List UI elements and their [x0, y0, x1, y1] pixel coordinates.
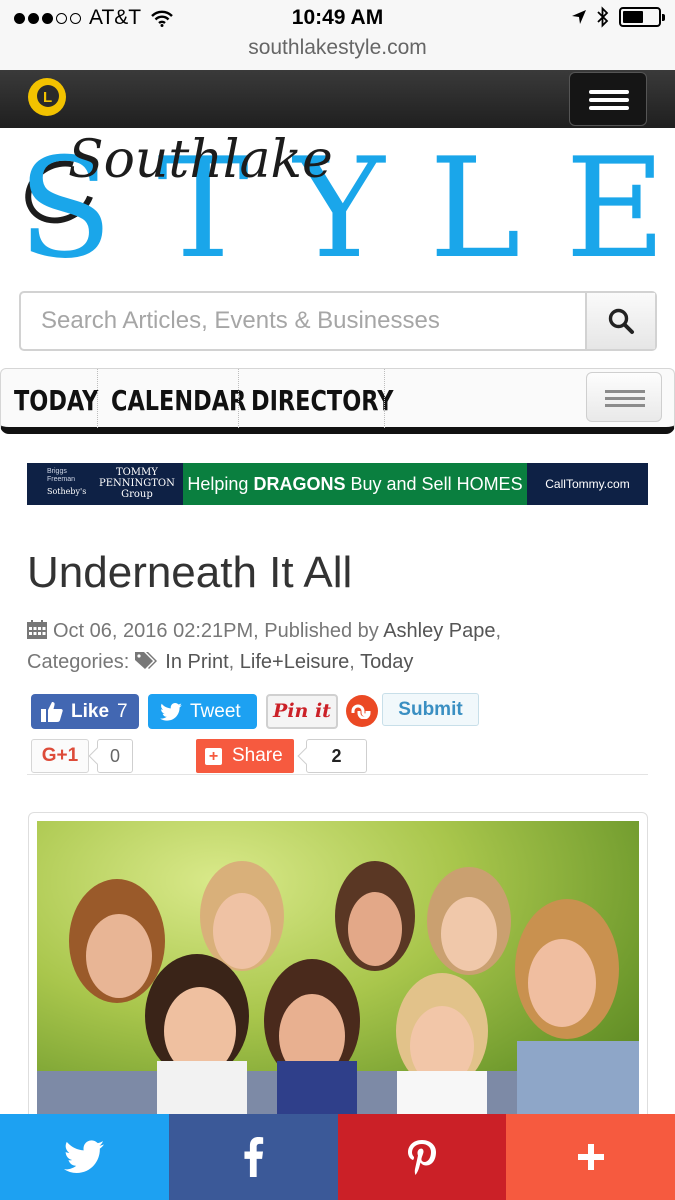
- bluetooth-icon: [597, 6, 609, 28]
- tab-today[interactable]: TODAY: [14, 369, 98, 428]
- ad-agent-line: PENNINGTON: [99, 478, 175, 489]
- site-logo-icon[interactable]: L: [28, 78, 66, 116]
- article-photo[interactable]: [37, 821, 639, 1121]
- address-bar-url[interactable]: southlakestyle.com: [0, 36, 675, 60]
- section-nav: TODAY CALENDAR DIRECTORY: [0, 368, 675, 434]
- categories-label: Categories:: [27, 651, 130, 673]
- twitter-bird-icon: [64, 1140, 105, 1173]
- like-label: Like: [71, 700, 110, 722]
- google-plus-button[interactable]: G+1: [31, 739, 89, 773]
- ad-brand-line: Briggs: [47, 468, 67, 475]
- group-portrait-image: [37, 861, 639, 1121]
- ad-brand-line: Freeman: [47, 476, 76, 483]
- banner-ad[interactable]: Briggs Freeman Sotheby's TOMMY PENNINGTO…: [27, 463, 648, 505]
- category-link-life-leisure[interactable]: Life+Leisure: [240, 651, 350, 673]
- status-icons: [571, 6, 665, 28]
- tweet-label: Tweet: [190, 700, 241, 722]
- search-icon: [608, 308, 634, 334]
- sticky-more-button[interactable]: [506, 1114, 675, 1200]
- tweet-button[interactable]: Tweet: [148, 694, 257, 729]
- share-label: Share: [232, 745, 283, 766]
- sticky-twitter-button[interactable]: [0, 1114, 169, 1200]
- author-link[interactable]: Ashley Pape: [383, 620, 495, 642]
- ad-website: CallTommy.com: [527, 463, 648, 505]
- submit-button[interactable]: Submit: [382, 693, 479, 726]
- calendar-icon: [27, 620, 47, 639]
- main-menu-button[interactable]: [569, 72, 647, 126]
- twitter-bird-icon: [160, 702, 182, 721]
- pinterest-p-icon: [407, 1140, 436, 1175]
- stumbleupon-icon[interactable]: [346, 695, 378, 727]
- tab-divider: [238, 369, 239, 428]
- ad-brand-block: Briggs Freeman Sotheby's TOMMY PENNINGTO…: [27, 463, 183, 505]
- site-header: L: [0, 70, 675, 128]
- gplus-count: 0: [97, 739, 133, 773]
- battery-icon: [619, 7, 665, 27]
- tab-divider: [384, 369, 385, 428]
- masthead-script-word: Southlake: [68, 130, 333, 190]
- masthead-logo[interactable]: S T Y L E Southlake: [0, 128, 675, 278]
- search-input[interactable]: Search Articles, Events & Businesses: [21, 293, 585, 349]
- tab-divider: [97, 369, 98, 428]
- share-count: 2: [306, 739, 367, 773]
- search-bar: Search Articles, Events & Businesses: [19, 291, 657, 351]
- sticky-share-bar: [0, 1114, 675, 1200]
- tab-directory[interactable]: DIRECTORY: [251, 369, 393, 428]
- category-link-in-print[interactable]: In Print: [165, 651, 228, 673]
- pin-it-button[interactable]: Pin it: [266, 694, 338, 729]
- logo-letter: L: [43, 89, 53, 106]
- ad-agent-line: Group: [121, 489, 153, 500]
- sticky-facebook-button[interactable]: [168, 1114, 338, 1200]
- status-bar: AT&T 10:49 AM southlakestyle.com: [0, 0, 675, 70]
- ad-agent-line: TOMMY: [115, 467, 158, 478]
- location-arrow-icon: [572, 10, 586, 24]
- facebook-like-button[interactable]: Like 7: [31, 694, 139, 729]
- search-button[interactable]: [585, 293, 655, 349]
- facebook-f-icon: [244, 1137, 264, 1177]
- plus-icon: +: [205, 747, 222, 765]
- ad-tagline: Helping DRAGONS Buy and Sell HOMES: [183, 463, 527, 505]
- section-menu-button[interactable]: [586, 372, 662, 422]
- ad-brand-sothebys: Sotheby's: [47, 487, 87, 496]
- share-button[interactable]: + Share: [196, 739, 294, 773]
- divider: [27, 774, 648, 775]
- tab-calendar[interactable]: CALENDAR: [111, 369, 246, 428]
- plus-icon: [577, 1144, 604, 1170]
- like-count: 7: [117, 700, 128, 722]
- sticky-pinterest-button[interactable]: [337, 1114, 507, 1200]
- tags-icon: [135, 652, 158, 669]
- article-photo-frame: [28, 812, 648, 1122]
- article-meta: Oct 06, 2016 02:21PM, Published by Ashle…: [27, 620, 502, 673]
- thumbs-up-icon: [41, 702, 63, 722]
- article-date: Oct 06, 2016 02:21PM, Published by: [53, 620, 379, 642]
- article-title: Underneath It All: [27, 548, 353, 597]
- category-link-today[interactable]: Today: [360, 651, 413, 673]
